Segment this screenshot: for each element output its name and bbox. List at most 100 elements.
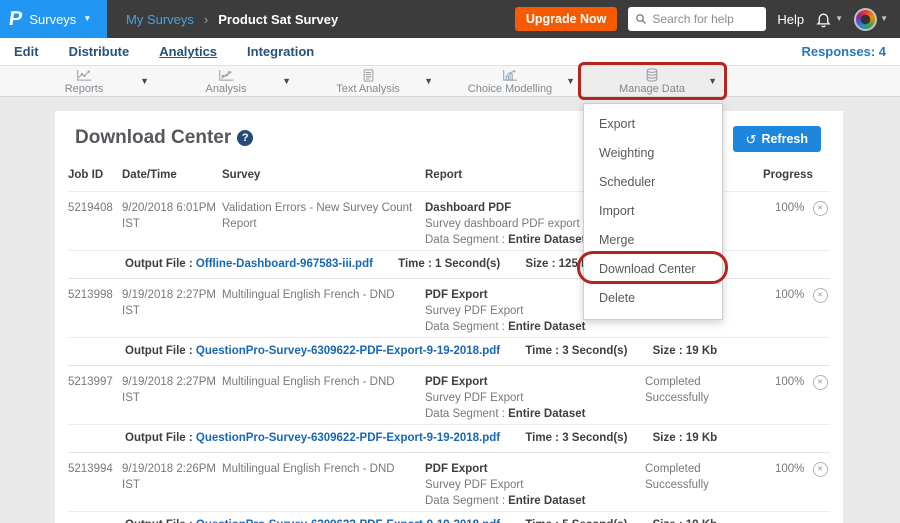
header-survey: Survey <box>222 167 425 183</box>
toolbar-label: Manage Data <box>619 83 685 95</box>
job-size: Size : 19 Kb <box>653 345 718 357</box>
menu-item-merge[interactable]: Merge <box>584 226 722 255</box>
job-status: Completed Successfully <box>645 461 755 509</box>
output-file-link[interactable]: QuestionPro-Survey-6309622-PDF-Export-9-… <box>196 345 500 357</box>
toolbar-analysis[interactable]: Analysis ▼ <box>155 66 297 96</box>
output-file-label: Output File : <box>125 258 193 270</box>
job-date-time: 9/19/2018 2:27PM IST <box>122 374 222 422</box>
chevron-down-icon[interactable]: ▼ <box>282 76 291 86</box>
chevron-down-icon: ▼ <box>880 15 888 23</box>
report-data-segment: Data Segment : Entire Dataset <box>425 319 631 335</box>
product-menu-label: Surveys <box>29 12 76 27</box>
job-progress: 100% <box>755 200 810 248</box>
tab-analytics[interactable]: Analytics <box>159 44 217 59</box>
breadcrumb-current-survey: Product Sat Survey <box>218 12 338 27</box>
top-bar: P Surveys ▼ My Surveys › Product Sat Sur… <box>0 0 900 38</box>
cancel-job-icon[interactable]: ✕ <box>813 375 828 390</box>
cancel-job-icon[interactable]: ✕ <box>813 462 828 477</box>
menu-item-delete[interactable]: Delete <box>584 284 722 313</box>
upgrade-now-button[interactable]: Upgrade Now <box>515 7 618 31</box>
report-data-segment: Data Segment : Entire Dataset <box>425 406 631 422</box>
toolbar-label: Text Analysis <box>336 83 400 95</box>
account-menu[interactable]: ▼ <box>854 8 888 31</box>
toolbar-manage-data[interactable]: Manage Data ▼ <box>581 66 723 96</box>
job-size: Size : 19 Kb <box>653 519 718 523</box>
breadcrumb-separator: › <box>204 12 208 27</box>
job-date-time: 9/19/2018 2:26PM IST <box>122 461 222 509</box>
bell-icon <box>815 11 832 28</box>
output-file-label: Output File : <box>125 345 193 357</box>
report-description: Survey PDF Export <box>425 390 631 406</box>
tab-integration[interactable]: Integration <box>247 44 314 59</box>
job-time: Time : 5 Second(s) <box>525 519 627 523</box>
chevron-down-icon[interactable]: ▼ <box>708 76 717 86</box>
breadcrumb: My Surveys › Product Sat Survey <box>126 12 338 27</box>
output-file-link[interactable]: QuestionPro-Survey-6309622-PDF-Export-9-… <box>196 519 500 523</box>
help-link[interactable]: Help <box>777 12 804 27</box>
menu-item-download-center[interactable]: Download Center <box>584 255 722 284</box>
tab-edit[interactable]: Edit <box>14 44 39 59</box>
chevron-down-icon: ▼ <box>83 15 91 23</box>
chevron-down-icon[interactable]: ▼ <box>424 76 433 86</box>
report-name: PDF Export <box>425 461 631 477</box>
toolbar-choice-modelling[interactable]: Choice Modelling ▼ <box>439 66 581 96</box>
download-jobs-table: Job ID Date/Time Survey Report Progress … <box>55 161 843 523</box>
notifications-button[interactable]: ▼ <box>815 11 843 28</box>
output-file-row: Output File : QuestionPro-Survey-6309622… <box>68 511 830 523</box>
help-search-box[interactable] <box>628 7 766 31</box>
database-icon <box>645 69 659 82</box>
header-date-time: Date/Time <box>122 167 222 183</box>
survey-nav: Edit Distribute Analytics Integration Re… <box>0 38 900 66</box>
toolbar-reports[interactable]: Reports ▼ <box>13 66 155 96</box>
job-time: Time : 3 Second(s) <box>525 345 627 357</box>
menu-item-import[interactable]: Import <box>584 197 722 226</box>
output-file-link[interactable]: Offline-Dashboard-967583-iii.pdf <box>196 258 373 270</box>
chevron-down-icon[interactable]: ▼ <box>140 76 149 86</box>
job-progress: 100% <box>755 287 810 335</box>
menu-item-export[interactable]: Export <box>584 110 722 139</box>
output-file-row: Output File : QuestionPro-Survey-6309622… <box>68 337 830 365</box>
responses-count[interactable]: Responses: 4 <box>801 44 886 59</box>
toolbar-label: Analysis <box>206 83 247 95</box>
analytics-toolbar: Reports ▼ Analysis ▼ Text Analysis ▼ Cho… <box>0 66 900 97</box>
download-center-panel: Download Center? ↺ Refresh Job ID Date/T… <box>55 111 843 523</box>
text-document-icon <box>362 69 375 82</box>
job-status: Completed Successfully <box>645 374 755 422</box>
job-date-time: 9/19/2018 2:27PM IST <box>122 287 222 335</box>
job-report: PDF Export Survey PDF Export Data Segmen… <box>425 461 645 509</box>
product-menu[interactable]: P Surveys ▼ <box>0 0 107 38</box>
search-input[interactable] <box>652 12 759 26</box>
report-name: PDF Export <box>425 374 631 390</box>
job-progress: 100% <box>755 461 810 509</box>
job-time: Time : 3 Second(s) <box>525 432 627 444</box>
job-report: PDF Export Survey PDF Export Data Segmen… <box>425 374 645 422</box>
job-survey-name: Multilingual English French - DND <box>222 374 425 422</box>
manage-data-dropdown: Export Weighting Scheduler Import Merge … <box>583 103 723 320</box>
job-id: 5213994 <box>68 461 122 509</box>
menu-item-weighting[interactable]: Weighting <box>584 139 722 168</box>
breadcrumb-my-surveys[interactable]: My Surveys <box>126 12 194 27</box>
chevron-down-icon: ▼ <box>835 15 843 23</box>
cancel-job-icon[interactable]: ✕ <box>813 288 828 303</box>
bar-chart-icon <box>502 69 519 82</box>
page-title: Download Center <box>75 127 231 148</box>
tab-distribute[interactable]: Distribute <box>69 44 130 59</box>
toolbar-label: Choice Modelling <box>468 83 552 95</box>
output-file-link[interactable]: QuestionPro-Survey-6309622-PDF-Export-9-… <box>196 432 500 444</box>
menu-item-scheduler[interactable]: Scheduler <box>584 168 722 197</box>
chevron-down-icon[interactable]: ▼ <box>566 76 575 86</box>
report-data-segment: Data Segment : Entire Dataset <box>425 493 631 509</box>
refresh-button[interactable]: ↺ Refresh <box>733 126 821 152</box>
help-icon[interactable]: ? <box>237 130 253 146</box>
output-file-label: Output File : <box>125 519 193 523</box>
header-job-id: Job ID <box>68 167 122 183</box>
table-row: 5213994 9/19/2018 2:26PM IST Multilingua… <box>68 453 830 523</box>
search-icon <box>635 13 647 25</box>
cancel-job-icon[interactable]: ✕ <box>813 201 828 216</box>
report-description: Survey PDF Export <box>425 477 631 493</box>
scatter-plot-icon <box>218 69 235 82</box>
job-progress: 100% <box>755 374 810 422</box>
output-file-row: Output File : QuestionPro-Survey-6309622… <box>68 424 830 452</box>
refresh-icon: ↺ <box>746 133 757 146</box>
toolbar-text-analysis[interactable]: Text Analysis ▼ <box>297 66 439 96</box>
